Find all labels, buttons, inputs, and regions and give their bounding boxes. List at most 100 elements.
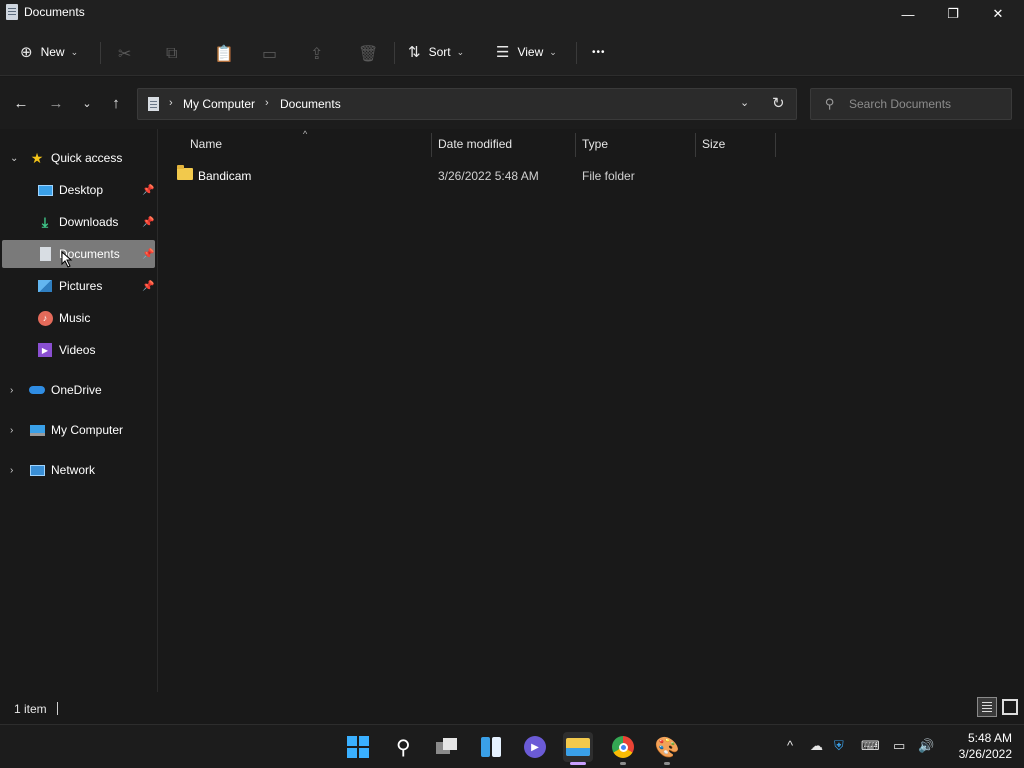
file-type: File folder	[582, 169, 635, 183]
address-dropdown-icon[interactable]: ⌄	[740, 96, 749, 109]
documents-app-icon	[6, 4, 18, 20]
sort-button[interactable]: ⇅ Sort ⌄	[408, 38, 464, 66]
column-divider[interactable]	[775, 133, 776, 157]
collapsed-chevron-icon[interactable]: ›	[10, 465, 13, 476]
minimize-button[interactable]: —	[885, 0, 931, 28]
back-arrow-icon[interactable]: ←	[9, 93, 33, 113]
sidebar-item-desktop[interactable]: Desktop 📌	[2, 176, 155, 204]
sidebar-item-label: Desktop	[59, 183, 104, 197]
pin-icon[interactable]: 📌	[142, 281, 154, 292]
taskbar: ⚲ ▶ 🎨 ^ ☁ ⛨ ⌨ ▭ 🔊 5:48 AM 3/26/2022	[0, 724, 1024, 768]
onedrive-offline-icon[interactable]: ☁	[810, 738, 823, 754]
file-name: Bandicam	[198, 169, 252, 183]
up-arrow-icon[interactable]: ↑	[104, 93, 128, 113]
breadcrumb-documents[interactable]: Documents	[280, 97, 341, 111]
view-label: View	[517, 45, 544, 59]
videos-icon: ▶	[37, 342, 53, 358]
column-divider[interactable]	[575, 133, 576, 157]
breadcrumb-my-computer[interactable]: My Computer	[183, 97, 255, 111]
new-button[interactable]: ⊕ New ⌄	[20, 38, 78, 66]
sidebar-item-label: Videos	[59, 343, 96, 357]
sort-icon: ⇅	[408, 44, 421, 61]
sidebar-item-videos[interactable]: ▶ Videos	[2, 336, 155, 364]
sidebar-item-music[interactable]: ♪ Music	[2, 304, 155, 332]
search-icon: ⚲	[825, 96, 835, 111]
sidebar-item-label: Music	[59, 311, 91, 325]
clock-time: 5:48 AM	[967, 731, 1012, 745]
sidebar-item-pictures[interactable]: Pictures 📌	[2, 272, 155, 300]
column-header-type[interactable]: Type	[582, 137, 608, 153]
network-status-icon[interactable]: ▭	[893, 738, 905, 754]
sidebar-item-documents[interactable]: Documents 📌	[2, 240, 155, 268]
column-header-name[interactable]: Name	[190, 137, 222, 153]
copy-icon[interactable]: ⧉	[166, 40, 177, 68]
recent-locations-chevron-icon[interactable]: ⌄	[75, 93, 99, 113]
column-divider[interactable]	[695, 133, 696, 157]
column-divider[interactable]	[431, 133, 432, 157]
file-date-modified: 3/26/2022 5:48 AM	[438, 169, 539, 183]
address-bar[interactable]: › My Computer › Documents ⌄ ↻	[137, 88, 797, 120]
cut-icon[interactable]: ✂	[118, 40, 131, 68]
search-input[interactable]	[849, 95, 1004, 113]
sidebar-item-onedrive[interactable]: › OneDrive	[2, 376, 155, 404]
collapsed-chevron-icon[interactable]: ›	[10, 425, 13, 436]
view-button[interactable]: ☰ View ⌄	[496, 38, 557, 66]
chevron-down-icon: ⌄	[70, 46, 79, 57]
search-icon[interactable]: ⚲	[388, 732, 418, 762]
large-icons-view-icon[interactable]	[1000, 697, 1018, 715]
toolbar-separator	[100, 42, 101, 64]
pin-icon[interactable]: 📌	[142, 249, 154, 260]
pin-icon[interactable]: 📌	[142, 217, 154, 228]
sidebar-item-label: Quick access	[51, 151, 123, 165]
sidebar-item-downloads[interactable]: ⤓ Downloads 📌	[2, 208, 155, 236]
system-clock[interactable]: 5:48 AM 3/26/2022	[942, 730, 1012, 762]
table-row[interactable]: Bandicam 3/26/2022 5:48 AM File folder	[173, 165, 773, 187]
security-shield-icon[interactable]: ⛨	[834, 738, 844, 754]
task-view-icon[interactable]	[432, 732, 462, 762]
search-box[interactable]: ⚲	[810, 88, 1012, 120]
mouse-cursor-icon	[61, 250, 73, 268]
widgets-icon[interactable]	[476, 732, 506, 762]
command-bar: ⊕ New ⌄ ✂ ⧉ 📋 ▭ ⇪ 🗑 ⇅ Sort ⌄ ☰ View ⌄ ••…	[0, 28, 1024, 76]
sidebar-item-network[interactable]: › Network	[2, 456, 155, 484]
pin-icon[interactable]: 📌	[142, 185, 154, 196]
keyboard-icon[interactable]: ⌨	[861, 738, 880, 754]
documents-location-icon	[148, 97, 159, 111]
start-windows-icon[interactable]	[343, 732, 373, 762]
chat-icon[interactable]: ▶	[520, 732, 550, 762]
delete-icon[interactable]: 🗑	[358, 40, 378, 68]
toolbar-separator	[576, 42, 577, 64]
column-header-size[interactable]: Size	[702, 137, 725, 153]
sidebar-item-my-computer[interactable]: › My Computer	[2, 416, 155, 444]
download-icon: ⤓	[41, 213, 49, 230]
breadcrumb-chevron-icon[interactable]: ›	[169, 97, 173, 109]
sidebar-item-label: Pictures	[59, 279, 103, 293]
documents-icon	[37, 246, 53, 262]
network-icon	[29, 462, 45, 478]
sort-ascending-icon: ^	[303, 129, 308, 139]
more-options-icon[interactable]: •••	[592, 38, 606, 66]
chevron-down-icon: ⌄	[549, 46, 557, 57]
star-icon: ★	[30, 149, 44, 166]
forward-arrow-icon[interactable]: →	[44, 93, 68, 113]
restore-button[interactable]: ❐	[930, 0, 976, 28]
rename-icon[interactable]: ▭	[262, 40, 277, 68]
sidebar-item-quick-access[interactable]: ⌄ ★ Quick access	[2, 144, 155, 172]
collapsed-chevron-icon[interactable]: ›	[10, 385, 13, 396]
paste-icon[interactable]: 📋	[214, 40, 234, 68]
sidebar-item-label: Downloads	[59, 215, 119, 229]
close-button[interactable]: ✕	[975, 0, 1021, 28]
volume-icon[interactable]: 🔊	[918, 738, 934, 754]
refresh-icon[interactable]: ↻	[772, 94, 785, 112]
file-explorer-icon[interactable]	[563, 732, 593, 762]
share-icon[interactable]: ⇪	[310, 40, 323, 68]
chrome-icon[interactable]	[608, 732, 638, 762]
new-label: New	[40, 45, 65, 59]
details-view-icon[interactable]	[977, 697, 997, 717]
paint-icon[interactable]: 🎨	[652, 732, 682, 762]
show-hidden-icons-chevron-icon[interactable]: ^	[787, 738, 793, 753]
column-header-date-modified[interactable]: Date modified	[438, 137, 512, 153]
breadcrumb-chevron-icon[interactable]: ›	[265, 97, 269, 109]
navigation-bar: ← → ⌄ ↑ › My Computer › Documents ⌄ ↻ ⚲	[0, 77, 1024, 129]
expanded-chevron-icon[interactable]: ⌄	[10, 153, 18, 164]
